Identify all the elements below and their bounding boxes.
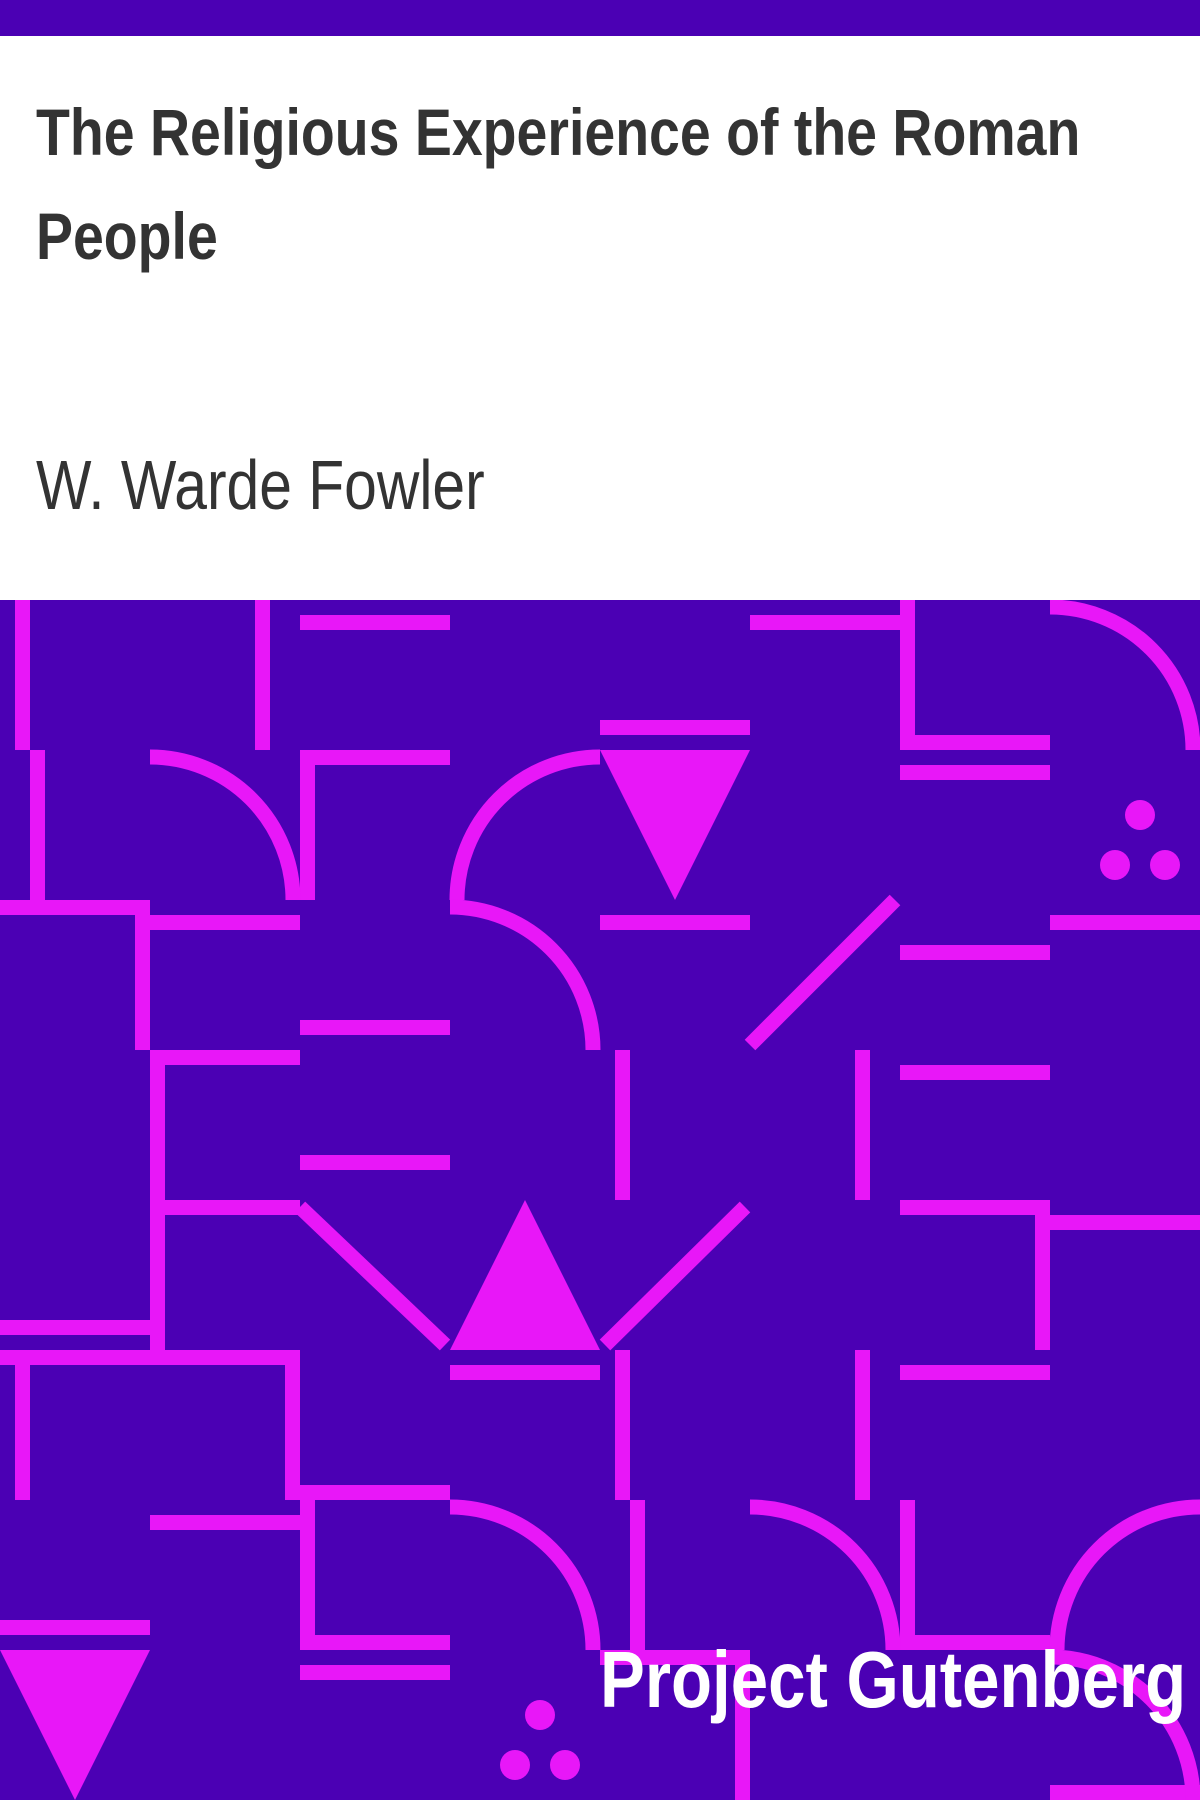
- bar: [600, 915, 750, 930]
- bar: [15, 1365, 30, 1500]
- bar: [900, 945, 1050, 960]
- bar: [300, 750, 450, 765]
- bar: [855, 1350, 870, 1500]
- bar: [0, 1320, 150, 1335]
- bar: [900, 1065, 1050, 1080]
- bar: [150, 1050, 300, 1065]
- bar: [0, 1350, 300, 1365]
- top-color-bar: [0, 0, 1200, 36]
- bar: [615, 1050, 630, 1200]
- bar: [300, 1635, 450, 1650]
- bar: [900, 1500, 915, 1650]
- title-block: The Religious Experience of the Roman Pe…: [36, 80, 1156, 288]
- book-author: W. Warde Fowler: [36, 446, 485, 524]
- bar: [15, 600, 30, 750]
- dot: [500, 1750, 530, 1780]
- bar: [300, 1485, 450, 1500]
- bar: [900, 600, 915, 750]
- bar: [300, 1020, 450, 1035]
- bar: [300, 1500, 315, 1650]
- bar: [750, 615, 900, 630]
- bar: [900, 765, 1050, 780]
- bar: [30, 750, 45, 900]
- bar: [630, 1500, 645, 1650]
- dot: [1125, 800, 1155, 830]
- bar: [150, 1515, 300, 1530]
- bar: [900, 1365, 1050, 1380]
- dot: [1150, 850, 1180, 880]
- bar: [300, 615, 450, 630]
- dot: [550, 1750, 580, 1780]
- bar: [300, 1155, 450, 1170]
- bar: [1050, 915, 1200, 930]
- publisher-label: Project Gutenberg: [600, 1635, 1187, 1724]
- bar: [450, 1365, 600, 1380]
- bar: [285, 1350, 300, 1500]
- book-title: The Religious Experience of the Roman Pe…: [36, 95, 1081, 273]
- bar: [855, 1050, 870, 1200]
- bar: [600, 720, 750, 735]
- bar: [0, 1620, 150, 1635]
- bar: [1050, 1215, 1200, 1230]
- bar: [1035, 1215, 1050, 1350]
- bar: [150, 1050, 165, 1350]
- dot: [525, 1700, 555, 1730]
- bar: [135, 900, 150, 1050]
- bar: [300, 1665, 450, 1680]
- bar: [150, 1200, 300, 1215]
- bar: [900, 735, 1050, 750]
- bar: [300, 750, 315, 900]
- bar: [255, 600, 270, 750]
- decorative-pattern: [0, 600, 1200, 1800]
- bar: [1050, 1785, 1200, 1800]
- bar: [900, 1200, 1050, 1215]
- bar: [0, 900, 150, 915]
- bar: [150, 915, 300, 930]
- dot: [1100, 850, 1130, 880]
- bar: [615, 1350, 630, 1500]
